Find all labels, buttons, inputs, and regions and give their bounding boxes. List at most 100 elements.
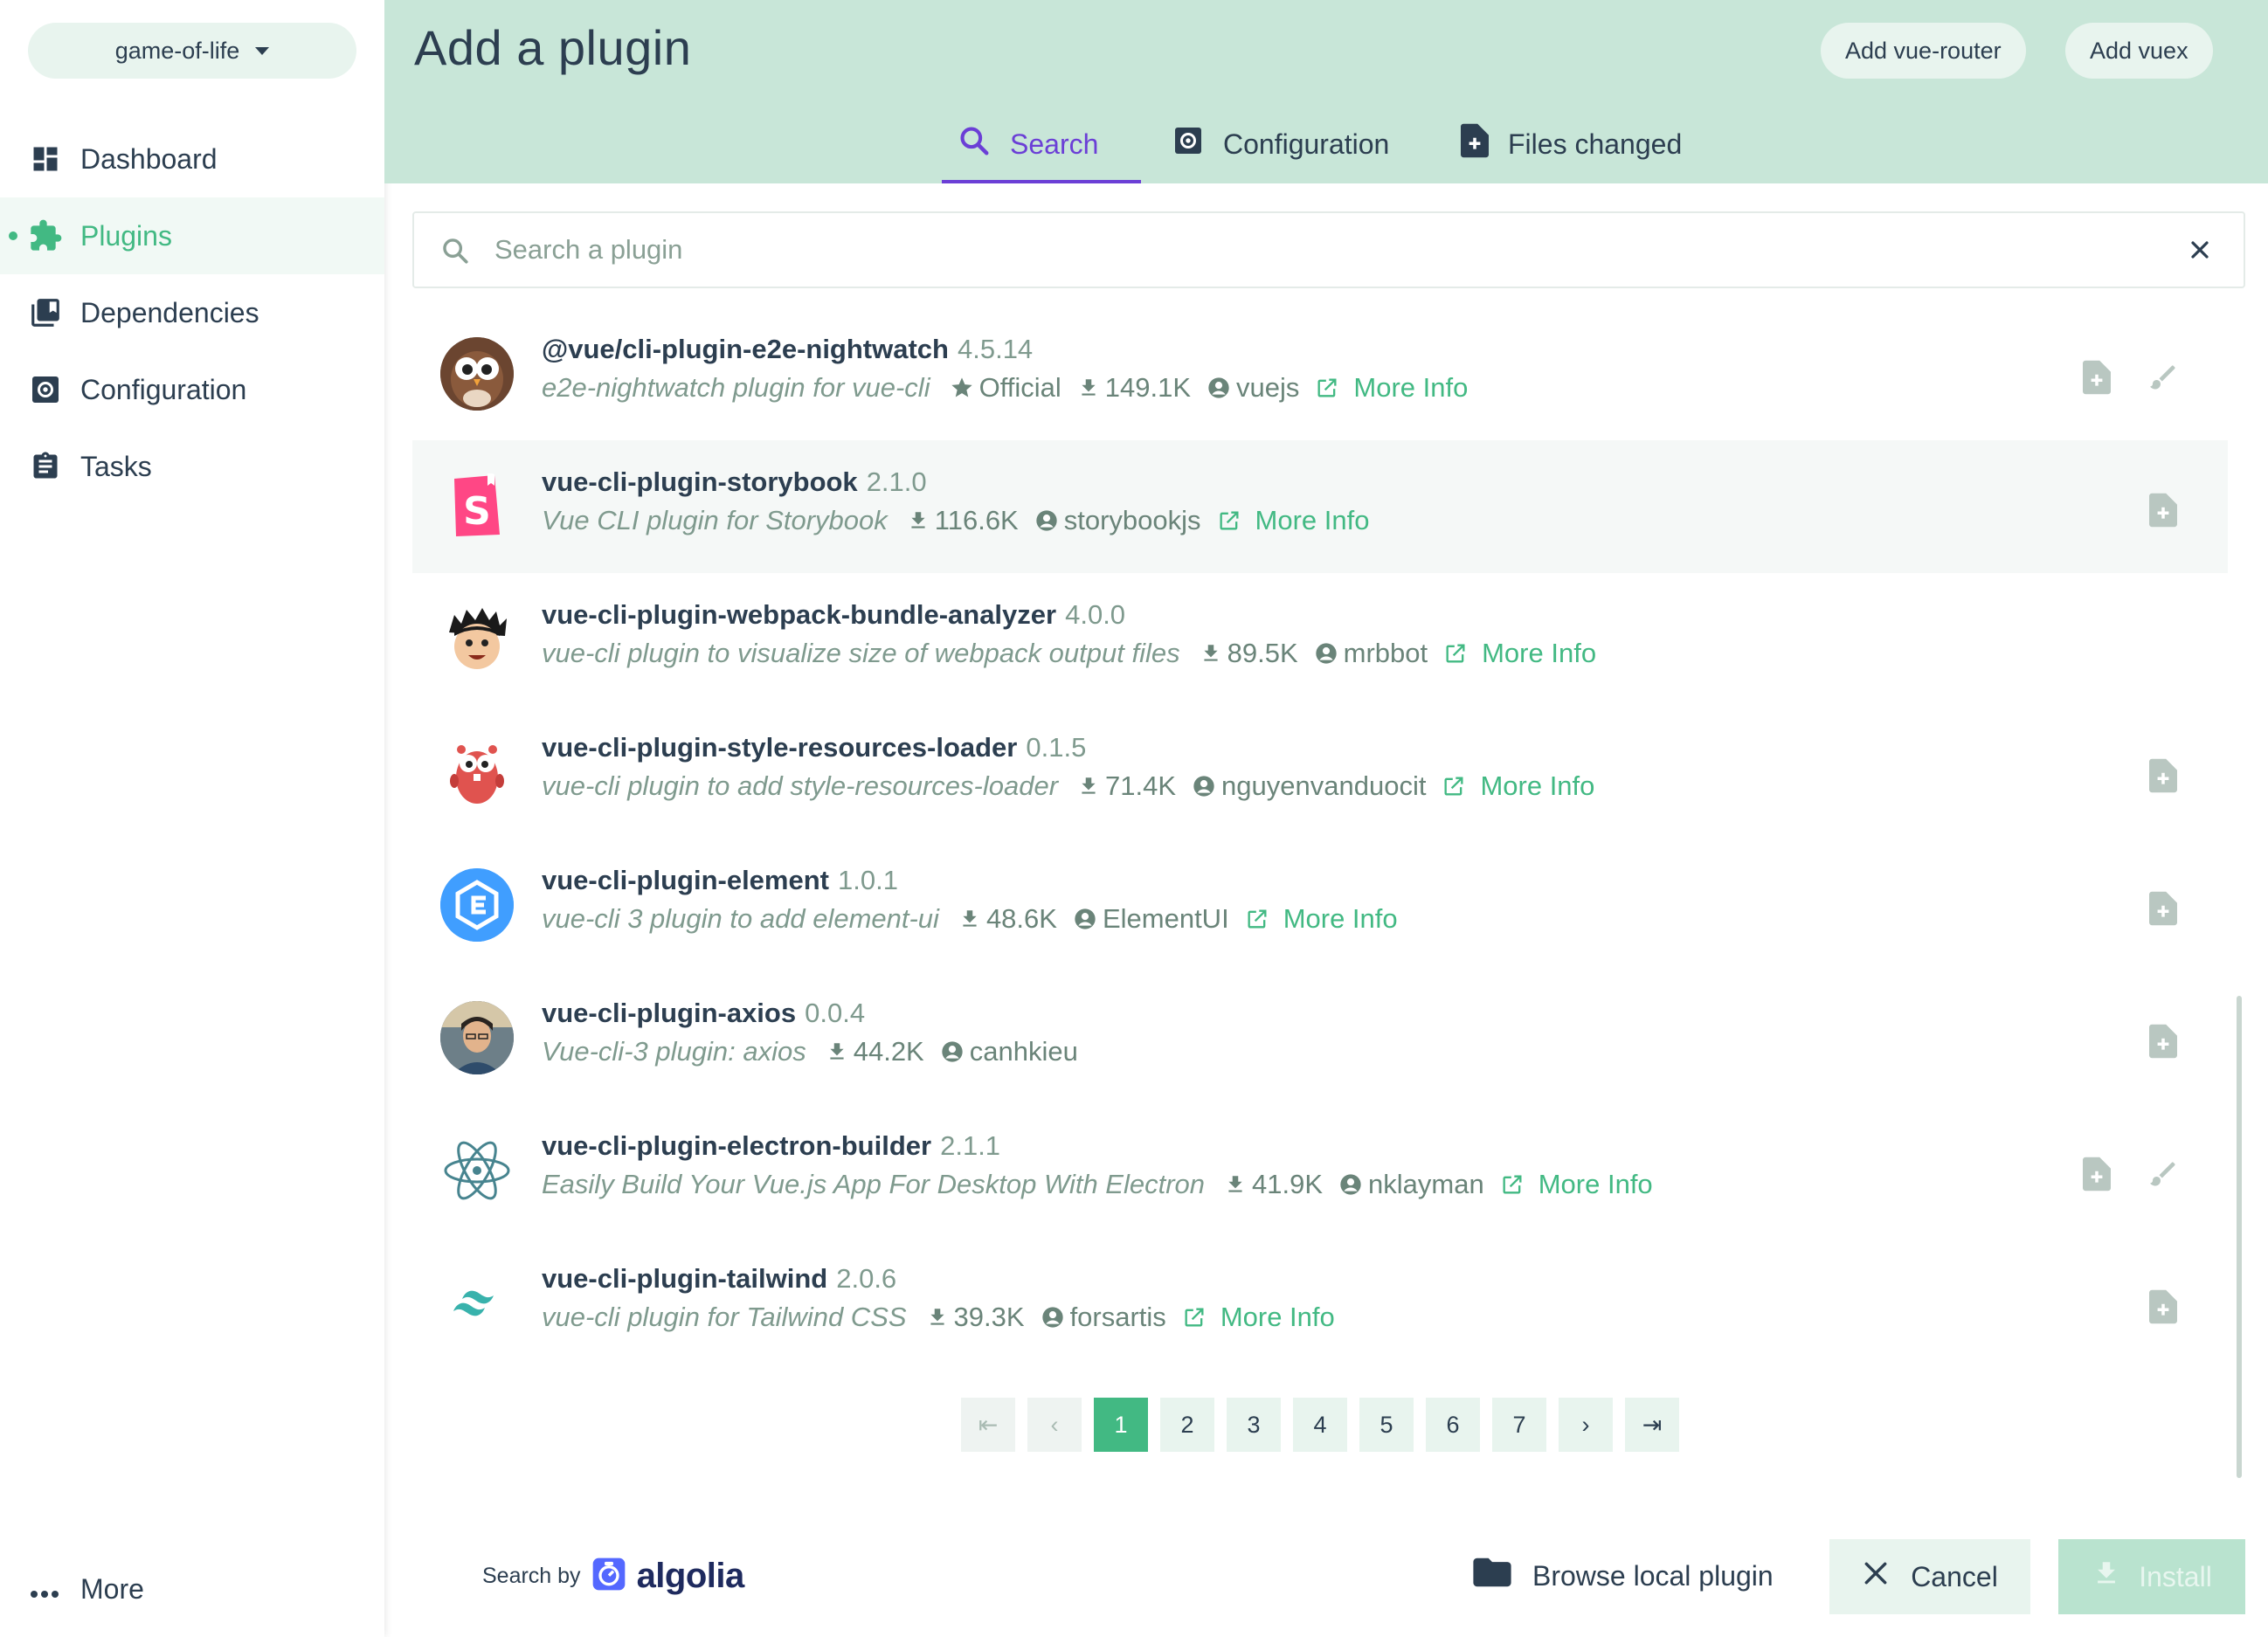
download-count: 89.5K <box>1200 638 1298 669</box>
plugin-row[interactable]: vue-cli-plugin-style-resources-loader 0.1… <box>412 706 2228 839</box>
more-info-label: More Info <box>1538 1169 1653 1199</box>
page-button[interactable]: 7 <box>1492 1398 1546 1452</box>
plugin-row[interactable]: vue-cli-plugin-tailwind 2.0.6 vue-cli plu… <box>412 1237 2228 1370</box>
more-info-link[interactable]: More Info <box>1217 505 1369 536</box>
more-info-link[interactable]: More Info <box>1443 638 1596 669</box>
user-icon <box>1208 377 1229 398</box>
plugin-description: Vue-cli-3 plugin: axios <box>542 1036 806 1067</box>
tab-configuration[interactable]: Configuration <box>1172 105 1389 183</box>
cancel-button[interactable]: Cancel <box>1829 1539 2030 1614</box>
author: nklayman <box>1338 1169 1484 1200</box>
plugin-row[interactable]: vue-cli-plugin-electron-builder 2.1.1 Eas… <box>412 1104 2228 1237</box>
external-link-icon <box>1444 777 1463 796</box>
download-count: 48.6K <box>958 903 1057 935</box>
more-info-label: More Info <box>1353 372 1469 403</box>
download-icon <box>911 512 925 528</box>
user-icon <box>1315 643 1337 664</box>
tab-search[interactable]: Search <box>942 105 1141 183</box>
prev-page-button[interactable]: ‹ <box>1027 1398 1082 1452</box>
more-info-label: More Info <box>1482 638 1597 668</box>
official-label: Official <box>978 372 1061 403</box>
brush-icon[interactable] <box>2147 1157 2179 1191</box>
downloads-value: 89.5K <box>1227 638 1298 668</box>
sidebar-item-tasks[interactable]: Tasks <box>0 428 384 505</box>
tab-files-changed[interactable]: Files changed <box>1461 105 1682 183</box>
add-file-icon[interactable] <box>2147 1024 2179 1059</box>
sidebar-item-label: Dependencies <box>80 296 259 328</box>
dashboard-icon <box>28 142 63 176</box>
first-page-button[interactable]: ⇤ <box>961 1398 1015 1452</box>
library-icon <box>28 295 63 330</box>
author-name: storybookjs <box>1063 505 1201 535</box>
page-button[interactable]: 2 <box>1160 1398 1214 1452</box>
add-file-icon[interactable] <box>2081 360 2112 395</box>
plugin-name: vue-cli-plugin-axios <box>542 998 797 1028</box>
plugin-row[interactable]: vue-cli-plugin-element 1.0.1 vue-cli 3 pl… <box>412 839 2228 971</box>
close-icon <box>1862 1559 1890 1594</box>
svg-text:S: S <box>463 489 491 534</box>
more-info-link[interactable]: More Info <box>1442 770 1594 802</box>
search-input[interactable] <box>494 227 2154 273</box>
puzzle-icon <box>28 218 63 253</box>
sidebar-item-plugins[interactable]: Plugins <box>0 197 384 274</box>
add-vue-router-button[interactable]: Add vue-router <box>1821 23 2026 79</box>
download-icon <box>830 1043 844 1060</box>
author: nguyenvanduocit <box>1192 770 1426 802</box>
page-button[interactable]: 5 <box>1359 1398 1414 1452</box>
clear-search-icon[interactable] <box>2186 236 2214 268</box>
last-page-button[interactable]: ⇥ <box>1625 1398 1679 1452</box>
chevron-down-icon <box>255 46 270 55</box>
add-file-icon[interactable] <box>2147 891 2179 926</box>
algolia-logo-icon <box>591 1557 626 1596</box>
download-count: 39.3K <box>926 1302 1025 1333</box>
more-info-link[interactable]: More Info <box>1182 1302 1335 1333</box>
user-icon <box>942 1041 963 1062</box>
add-file-icon[interactable] <box>2147 1289 2179 1324</box>
user-icon <box>1193 776 1214 797</box>
add-file-icon[interactable] <box>2081 1157 2112 1191</box>
page-button[interactable]: 6 <box>1426 1398 1480 1452</box>
plugin-name: vue-cli-plugin-webpack-bundle-analyzer <box>542 599 1057 630</box>
install-label: Install <box>2139 1560 2212 1592</box>
page-button[interactable]: 1 <box>1094 1398 1148 1452</box>
external-link-icon <box>1503 1175 1522 1194</box>
plugin-description: vue-cli 3 plugin to add element-ui <box>542 903 939 934</box>
plugin-version: 1.0.1 <box>837 865 898 895</box>
more-info-link[interactable]: More Info <box>1315 372 1468 404</box>
sidebar-item-dependencies[interactable]: Dependencies <box>0 274 384 351</box>
sidebar-more[interactable]: More <box>0 1551 384 1627</box>
plugin-version: 0.1.5 <box>1026 732 1087 763</box>
next-page-button[interactable]: › <box>1559 1398 1613 1452</box>
more-dots-icon <box>30 1573 59 1606</box>
brush-icon[interactable] <box>2147 360 2179 395</box>
plugin-description: vue-cli plugin for Tailwind CSS <box>542 1302 907 1332</box>
sidebar-item-label: Plugins <box>80 219 172 252</box>
clipboard-icon <box>28 449 63 484</box>
add-file-icon[interactable] <box>2147 758 2179 793</box>
sidebar-item-configuration[interactable]: Configuration <box>0 351 384 428</box>
plugin-row[interactable]: @vue/cli-plugin-e2e-nightwatch 4.5.14 e2e… <box>412 307 2228 440</box>
file-plus-icon <box>1461 123 1489 165</box>
add-file-icon[interactable] <box>2147 493 2179 528</box>
add-vuex-button[interactable]: Add vuex <box>2065 23 2213 79</box>
page-button[interactable]: 4 <box>1293 1398 1347 1452</box>
gear-icon <box>28 372 63 407</box>
plugin-name: vue-cli-plugin-storybook <box>542 466 858 497</box>
sidebar-item-dashboard[interactable]: Dashboard <box>0 121 384 197</box>
browse-local-plugin-button[interactable]: Browse local plugin <box>1473 1539 1774 1613</box>
plugin-description: e2e-nightwatch plugin for vue-cli <box>542 372 930 403</box>
more-info-link[interactable]: More Info <box>1245 903 1398 935</box>
scrollbar[interactable] <box>2237 996 2242 1478</box>
more-info-link[interactable]: More Info <box>1500 1169 1653 1200</box>
project-selector[interactable]: game-of-life <box>28 23 356 79</box>
plugin-row[interactable]: vue-cli-plugin-axios 0.0.4 Vue-cli-3 plug… <box>412 971 2228 1104</box>
star-icon <box>951 377 972 397</box>
install-button[interactable]: Install <box>2058 1539 2245 1614</box>
plugin-row[interactable]: S vue-cli-plugin-storybook 2.1.0 Vue CLI … <box>412 440 2228 573</box>
plugin-row[interactable]: vue-cli-plugin-webpack-bundle-analyzer 4.… <box>412 573 2228 706</box>
page-button[interactable]: 3 <box>1227 1398 1281 1452</box>
external-link-icon <box>1220 511 1239 530</box>
sidebar-item-label: Configuration <box>80 373 247 405</box>
author: canhkieu <box>940 1036 1078 1067</box>
download-count: 44.2K <box>826 1036 924 1067</box>
